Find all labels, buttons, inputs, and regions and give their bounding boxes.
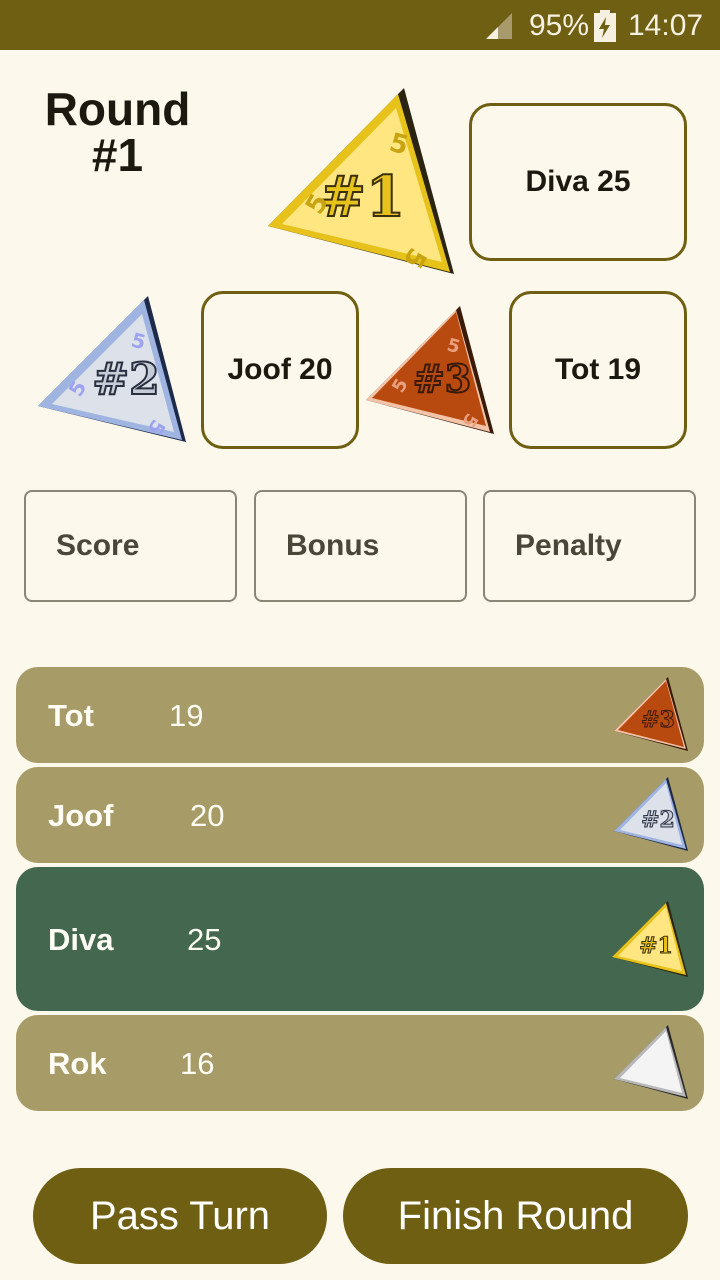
battery-percent: 95% [529,9,590,42]
player-score: 20 [190,798,225,833]
pass-turn-button[interactable]: Pass Turn [33,1168,327,1264]
third-place-box: Tot 19 [509,291,687,449]
silver-triangle-label: #2 [92,354,159,405]
player-name: Tot [48,698,94,733]
mini-badge-label: #2 [641,807,675,833]
first-place-box: Diva 25 [469,103,687,261]
signal-icon [486,13,512,39]
player-row-joof[interactable]: Joof 20 #2 [16,767,704,863]
gold-triangle-label: #1 [319,164,405,230]
silver-triangle-icon: #2 5 5 5 [38,296,186,442]
player-row-tot[interactable]: Tot 19 #3 [16,667,704,763]
clock: 14:07 [628,9,704,42]
score-input[interactable]: Score [24,490,237,602]
mini-badge-label: #1 [639,933,673,959]
gold-triangle-icon: #1 [612,901,688,977]
white-triangle-icon [614,1025,688,1099]
battery-charging-icon [594,10,616,42]
penalty-input[interactable]: Penalty [483,490,696,602]
player-score: 16 [180,1046,215,1081]
mini-badge-label: #3 [641,707,675,733]
bonus-input[interactable]: Bonus [254,490,467,602]
silver-triangle-icon: #2 [614,777,688,851]
round-title: Round #1 [30,86,205,178]
round-label: Round [44,83,191,135]
bronze-triangle-label: #3 [413,356,471,401]
player-score: 19 [169,698,204,733]
player-score: 25 [187,922,222,957]
finish-round-button[interactable]: Finish Round [343,1168,688,1264]
bronze-triangle-icon: #3 5 5 5 [366,306,494,434]
round-number: #1 [91,129,144,181]
player-name: Rok [48,1046,107,1081]
player-row-rok[interactable]: Rok 16 [16,1015,704,1111]
player-name: Diva [48,922,114,957]
status-bar: 95% 14:07 [0,0,720,50]
second-place-box: Joof 20 [201,291,359,449]
player-row-diva[interactable]: Diva 25 #1 [16,867,704,1011]
bronze-triangle-icon: #3 [614,677,688,751]
gold-triangle-icon: #1 5 5 5 [268,88,454,274]
player-name: Joof [48,798,114,833]
